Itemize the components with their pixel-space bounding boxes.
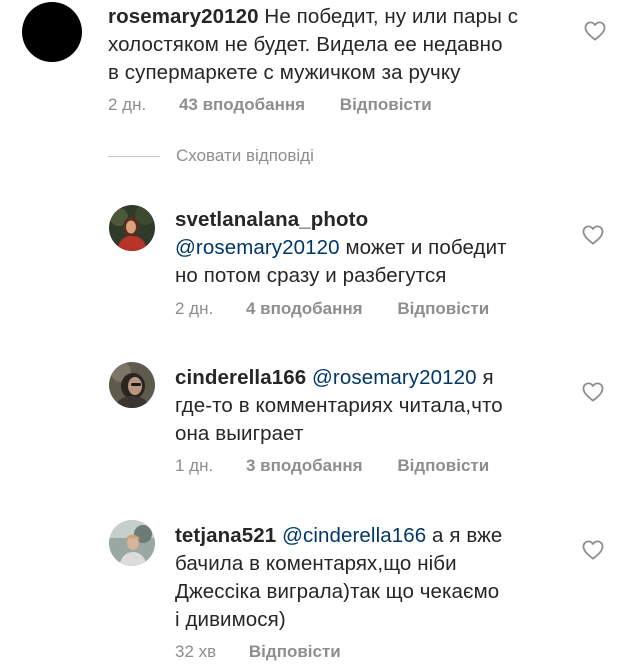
comment-username[interactable]: rosemary20120 (108, 5, 259, 28)
heart-outline-icon[interactable] (582, 382, 604, 402)
avatar[interactable] (109, 520, 155, 566)
comment-time: 2 дн. (108, 95, 147, 114)
reply-text-line: Джессіка виграла)так що чекаємо (175, 580, 500, 603)
heart-outline-icon[interactable] (582, 225, 604, 245)
reply-text: svetlanalana_photo @rosemary20120 может … (175, 206, 595, 290)
reply-username[interactable]: svetlanalana_photo (175, 206, 595, 234)
reply-meta: 2 дн. 4 вподобання Відповісти (175, 299, 489, 319)
comment-likes[interactable]: 43 вподобання (179, 95, 305, 115)
comment-text: rosemary20120 Не победит, ну или пары с … (108, 3, 578, 87)
avatar[interactable] (109, 205, 155, 251)
reply-meta: 1 дн. 3 вподобання Відповісти (175, 456, 489, 476)
heart-outline-icon[interactable] (584, 21, 606, 41)
reply-text-line: где-то в комментариях читала,что (175, 394, 503, 417)
reply-time: 1 дн. (175, 456, 214, 475)
heart-outline-icon[interactable] (582, 540, 604, 560)
hide-replies-label: Сховати відповіді (176, 146, 314, 165)
reply-button[interactable]: Відповісти (397, 456, 489, 476)
reply-text-line: я (476, 366, 494, 389)
mention-link[interactable]: @rosemary20120 (175, 236, 340, 259)
comment-text-line: Не победит, ну или пары с (258, 5, 519, 28)
reply-text-line: может и победит (339, 236, 507, 259)
reply-likes[interactable]: 3 вподобання (246, 456, 363, 476)
reply-text-line: бачила в коментарях,що ніби (175, 552, 457, 575)
divider (108, 155, 160, 157)
reply-text-line: а я вже (426, 524, 503, 547)
comment-text-line: в супермаркете с мужичком за ручку (108, 61, 461, 84)
reply-text-line: она выиграет (175, 422, 304, 445)
reply-text-line: і дивимося) (175, 608, 286, 631)
reply-text: tetjana521 @cinderella166 а я вже бачила… (175, 522, 595, 634)
reply-meta: 32 хв Відповісти (175, 642, 341, 662)
comment-meta: 2 дн. 43 вподобання Відповісти (108, 95, 432, 115)
reply-username[interactable]: cinderella166 (175, 366, 306, 389)
reply-time: 32 хв (175, 642, 217, 661)
mention-link[interactable]: @rosemary20120 (312, 366, 477, 389)
avatar[interactable] (22, 2, 82, 62)
reply-likes[interactable]: 4 вподобання (246, 299, 363, 319)
reply-username[interactable]: tetjana521 (175, 524, 276, 547)
comment-text-line: холостяком не будет. Видела ее недавно (108, 33, 503, 56)
avatar[interactable] (109, 362, 155, 408)
hide-replies-button[interactable]: Сховати відповіді (108, 146, 314, 166)
reply-button[interactable]: Відповісти (397, 299, 489, 319)
reply-text: cinderella166 @rosemary20120 я где-то в … (175, 364, 595, 448)
reply-time: 2 дн. (175, 299, 214, 318)
mention-link[interactable]: @cinderella166 (282, 524, 426, 547)
reply-button[interactable]: Відповісти (249, 642, 341, 662)
reply-button[interactable]: Відповісти (340, 95, 432, 115)
reply-text-line: но потом сразу и разбегутся (175, 264, 447, 287)
